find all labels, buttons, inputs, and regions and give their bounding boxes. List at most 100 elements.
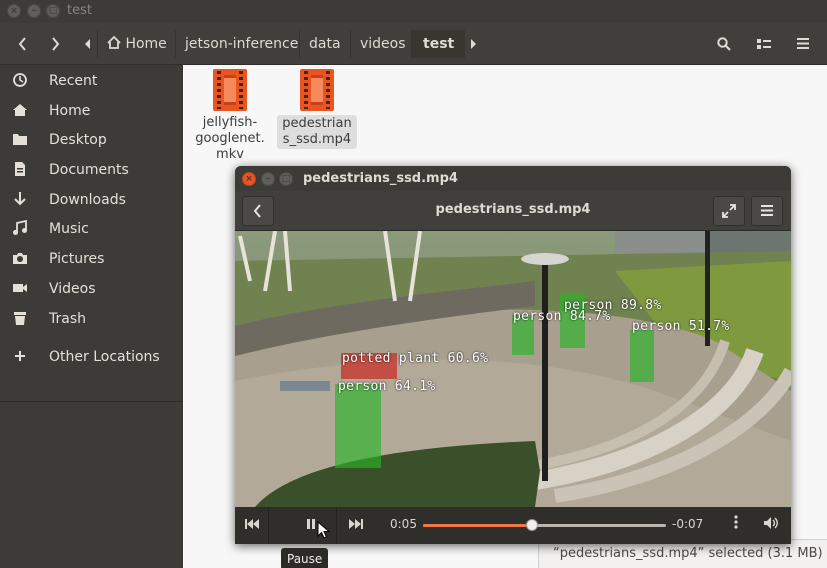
title-bar: × – □ test: [0, 0, 827, 23]
window-title: test: [67, 3, 92, 18]
sidebar-item-label: Recent: [49, 73, 98, 89]
detection-box: [335, 384, 381, 468]
close-button[interactable]: ×: [7, 4, 21, 18]
sidebar-item-downloads[interactable]: Downloads: [0, 186, 183, 214]
breadcrumb-scroll-right[interactable]: [464, 30, 482, 58]
skip-forward-button[interactable]: [339, 507, 373, 544]
remaining-time: -0:07: [672, 517, 704, 531]
file-item-jellyfish[interactable]: jellyfish- googlenet. mkv: [190, 66, 270, 163]
skip-back-icon: [244, 519, 259, 529]
sidebar-item-label: Documents: [49, 162, 129, 178]
seek-bar-handle[interactable]: [526, 519, 539, 531]
video-scene: [235, 231, 791, 507]
sidebar-item-other-locations[interactable]: Other Locations: [0, 343, 183, 371]
options-button[interactable]: [719, 507, 753, 544]
breadcrumb-scroll-left[interactable]: [79, 30, 97, 58]
sidebar-item-label: Downloads: [49, 192, 126, 208]
home-icon: [107, 35, 121, 49]
sidebar-item-trash[interactable]: Trash: [0, 305, 183, 333]
back-button[interactable]: [8, 30, 38, 58]
video-player-window: × – □ pedestrians_ssd.mp4 pedestrians_ss…: [235, 166, 791, 544]
download-icon: [14, 192, 26, 206]
breadcrumb-jetson-inference[interactable]: jetson-inference: [175, 30, 307, 58]
document-icon: [15, 162, 25, 176]
file-name: jellyfish- googlenet. mkv: [195, 115, 265, 162]
pause-tooltip: Pause: [281, 548, 329, 568]
triangle-right-icon: [471, 39, 476, 49]
sidebar-item-videos[interactable]: Videos: [0, 275, 183, 303]
clock-icon: [13, 73, 27, 87]
sidebar-item-label: Music: [49, 221, 89, 237]
breadcrumb-label: data: [309, 36, 341, 52]
video-icon: [13, 284, 27, 292]
breadcrumb-videos[interactable]: videos: [350, 30, 415, 58]
volume-button[interactable]: [755, 507, 789, 544]
detection-label: person 84.7%: [513, 309, 611, 324]
forward-button[interactable]: [40, 30, 70, 58]
list-view-icon: [757, 39, 771, 49]
player-header-title: pedestrians_ssd.mp4: [435, 202, 591, 217]
file-item-pedestrians[interactable]: pedestrian s_ssd.mp4: [277, 66, 357, 149]
sidebar-item-home[interactable]: Home: [0, 97, 183, 125]
detection-label: person 51.7%: [632, 319, 730, 334]
detection-label: potted plant 60.6%: [342, 351, 489, 366]
player-menu-button[interactable]: [751, 196, 783, 226]
breadcrumb-label: test: [423, 36, 455, 52]
sidebar-item-desktop[interactable]: Desktop: [0, 126, 183, 154]
sidebar-item-label: Desktop: [49, 132, 107, 148]
view-toggle-button[interactable]: [748, 30, 780, 58]
toolbar: Home jetson-inference data videos test: [0, 23, 827, 65]
video-frame[interactable]: person 89.8% person 84.7% person 51.7% p…: [235, 231, 791, 507]
sidebar-item-label: Pictures: [49, 251, 105, 267]
detection-label: person 64.1%: [338, 379, 436, 394]
chevron-right-icon: [52, 37, 60, 51]
fullscreen-icon: [722, 204, 736, 218]
hamburger-icon: [797, 38, 809, 49]
breadcrumb-label: videos: [360, 36, 406, 52]
maximize-button[interactable]: □: [46, 4, 60, 18]
sidebar-item-recent[interactable]: Recent: [0, 67, 183, 95]
video-file-icon: [213, 69, 247, 111]
search-button[interactable]: [708, 30, 740, 58]
home-icon: [13, 104, 27, 116]
breadcrumb-label: jetson-inference: [185, 36, 299, 52]
breadcrumb-test[interactable]: test: [411, 30, 466, 58]
sidebar-item-music[interactable]: Music: [0, 215, 183, 243]
vertical-dots-icon: [734, 515, 738, 529]
player-minimize-button[interactable]: –: [261, 172, 275, 186]
sidebar-item-label: Trash: [49, 311, 86, 327]
sidebar-item-documents[interactable]: Documents: [0, 156, 183, 184]
breadcrumb-home[interactable]: Home: [97, 30, 176, 58]
seek-bar[interactable]: [423, 519, 666, 531]
skip-forward-icon: [349, 519, 363, 529]
music-icon: [13, 220, 27, 235]
volume-icon: [764, 517, 778, 529]
file-name: pedestrian s_ssd.mp4: [277, 115, 357, 149]
sidebar: Recent Home Desktop Documents Downloads …: [0, 65, 183, 568]
mouse-cursor-icon: [317, 521, 331, 539]
chevron-left-icon: [18, 37, 26, 51]
player-close-button[interactable]: ×: [242, 172, 256, 186]
elapsed-time: 0:05: [390, 517, 417, 531]
skip-back-button[interactable]: [235, 507, 269, 544]
fullscreen-button[interactable]: [713, 196, 745, 226]
search-icon: [717, 37, 731, 51]
triangle-left-icon: [85, 39, 90, 49]
player-title-bar: × – □ pedestrians_ssd.mp4: [235, 166, 791, 191]
folder-icon: [13, 134, 27, 145]
breadcrumb-data[interactable]: data: [299, 30, 350, 58]
sidebar-item-label: Home: [49, 103, 91, 119]
video-file-icon: [300, 69, 334, 111]
minimize-button[interactable]: –: [27, 4, 41, 18]
player-maximize-button[interactable]: □: [279, 172, 293, 186]
player-window-title: pedestrians_ssd.mp4: [303, 171, 458, 186]
camera-icon: [13, 253, 27, 264]
sidebar-item-label: Videos: [49, 281, 96, 297]
menu-button[interactable]: [787, 30, 819, 58]
player-header-bar: pedestrians_ssd.mp4: [235, 191, 791, 231]
trash-icon: [14, 312, 26, 325]
seek-bar-progress: [423, 524, 533, 527]
sidebar-item-pictures[interactable]: Pictures: [0, 245, 183, 273]
sidebar-item-label: Other Locations: [49, 349, 160, 365]
plus-icon: [15, 351, 25, 361]
